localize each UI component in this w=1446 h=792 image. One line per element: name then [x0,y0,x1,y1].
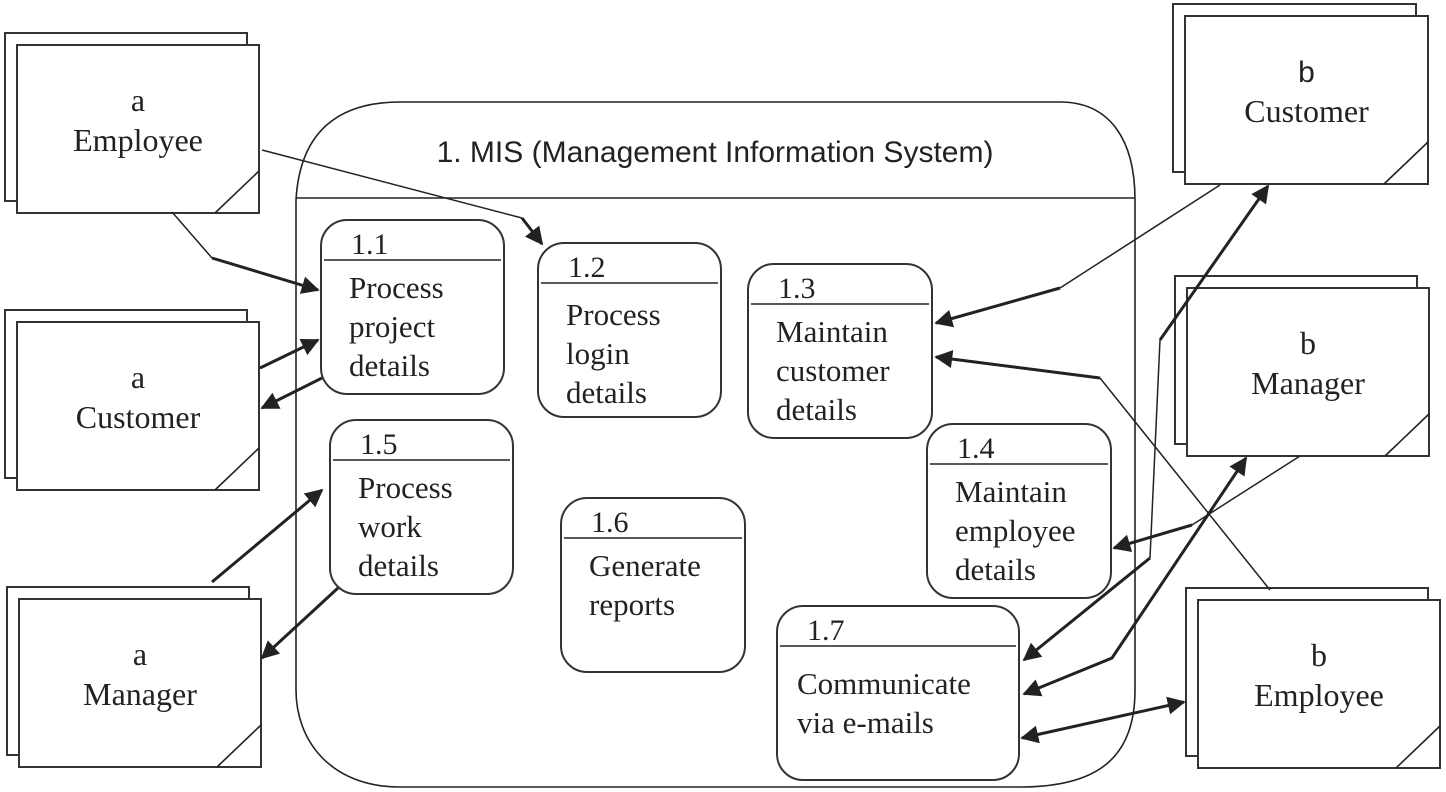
process-label-line: employee [955,513,1076,548]
process-number: 1.1 [351,228,389,261]
flow-b-customer-to-1-3-segment [1059,184,1221,289]
entity-name: Manager [1251,365,1365,401]
flow-a-manager-to-1-5 [211,488,324,584]
data-flow-diagram: 1. MIS (Management Information System) a… [4,3,1441,788]
entity-name: Employee [73,122,203,158]
entity-name: Customer [76,399,201,435]
process-number: 1.5 [360,428,398,461]
flow-1-7-b-employee [1020,696,1186,744]
flow-b-customer-to-1-3 [934,286,1061,328]
entity-letter: a [131,359,145,395]
entity-letter: a [133,636,147,672]
process-label-line: details [566,375,647,410]
flow-a-employee-to-1-2 [520,217,544,246]
flow-b-manager-to-1-4 [1112,523,1193,553]
process-number: 1.6 [591,506,629,539]
entity-letter: b [1311,637,1327,673]
process-label-line: Process [358,470,453,505]
process-label-line: Communicate [797,666,971,701]
process-label-line: customer [776,353,890,388]
process-label-line: via e-mails [797,705,934,740]
process-label-line: Generate [589,548,701,583]
system-title: 1. MIS (Management Information System) [437,136,994,169]
process-label-line: details [955,552,1036,587]
process-label-line: Maintain [955,474,1067,509]
process-number: 1.3 [778,272,816,305]
process-label-line: Process [566,297,661,332]
external-entity-b-customer: b Customer [1172,3,1429,185]
entity-letter: a [131,82,145,118]
process-box [560,497,746,673]
process-number: 1.4 [957,432,995,465]
process-1-4: 1.4 Maintain employee details [926,423,1112,599]
flow-a-customer-to-1-1 [259,338,320,370]
process-label-line: details [776,392,857,427]
flow-a-employee-to-1-1-segment [171,211,213,259]
process-1-3: 1.3 Maintain customer details [747,263,933,439]
external-entity-a-customer: a Customer [4,309,260,491]
process-1-7: 1.7 Communicate via e-mails [776,605,1020,781]
process-label-line: Maintain [776,314,888,349]
entity-letter: b [1298,56,1315,89]
process-label-line: project [349,309,435,344]
entity-letter: b [1300,325,1316,361]
external-entity-b-manager: b Manager [1174,275,1430,457]
process-number: 1.2 [568,251,606,284]
external-entity-a-manager: a Manager [6,586,262,768]
flow-a-employee-to-1-1 [211,256,320,294]
process-label-line: work [358,509,422,544]
flow-1-1-to-a-customer [260,376,323,410]
process-1-6: 1.6 Generate reports [560,497,746,673]
process-label-line: details [358,548,439,583]
process-number: 1.7 [807,614,845,647]
process-1-2: 1.2 Process login details [537,242,722,418]
process-1-1: 1.1 Process project details [320,219,505,395]
process-label-line: Process [349,270,444,305]
process-1-5: 1.5 Process work details [329,419,514,595]
external-entity-a-employee: a Employee [4,32,260,214]
entity-name: Manager [83,676,197,712]
entity-name: Customer [1244,93,1369,129]
process-label-line: reports [589,587,675,622]
flow-1-7-to-b-customer-segment [1149,339,1161,559]
process-label-line: login [566,336,630,371]
entity-name: Employee [1254,677,1384,713]
flow-b-employee-to-1-3 [934,350,1101,380]
flow-1-5-to-a-manager [260,586,340,660]
external-entity-b-employee: b Employee [1185,587,1441,769]
process-label-line: details [349,348,430,383]
